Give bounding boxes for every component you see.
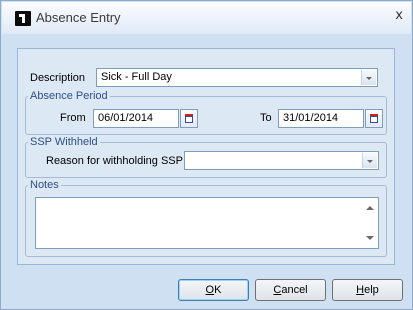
ssp-withheld-legend: SSP Withheld bbox=[30, 136, 98, 148]
chevron-down-icon[interactable] bbox=[361, 70, 376, 85]
from-label: From bbox=[60, 112, 86, 124]
ssp-reason-dropdown[interactable] bbox=[184, 151, 379, 170]
help-mnemonic: H bbox=[356, 284, 365, 296]
ok-mnemonic: O bbox=[205, 284, 215, 296]
scroll-down-icon[interactable] bbox=[366, 236, 374, 240]
notes-textarea[interactable] bbox=[35, 197, 379, 249]
ok-button[interactable]: OK bbox=[178, 279, 249, 301]
notes-scrollbar[interactable] bbox=[362, 198, 378, 248]
description-label: Description bbox=[30, 72, 86, 84]
help-button[interactable]: Help bbox=[332, 279, 403, 301]
cancel-button[interactable]: Cancel bbox=[255, 279, 326, 301]
window-title: Absence Entry bbox=[36, 10, 121, 25]
notes-legend: Notes bbox=[30, 179, 59, 191]
ssp-reason-label: Reason for withholding SSP bbox=[46, 155, 183, 167]
title-bar[interactable]: Absence Entry x bbox=[2, 2, 411, 34]
scroll-up-icon[interactable] bbox=[366, 206, 374, 210]
description-value: Sick - Full Day bbox=[101, 71, 172, 83]
from-calendar-button[interactable] bbox=[180, 109, 198, 128]
form-panel: Description Sick - Full Day Absence Peri… bbox=[17, 48, 395, 265]
calendar-icon bbox=[370, 114, 378, 123]
close-icon[interactable]: x bbox=[395, 8, 403, 23]
to-calendar-button[interactable] bbox=[365, 109, 383, 128]
absence-entry-dialog: Absence Entry x Description Sick - Full … bbox=[0, 0, 413, 310]
cancel-label-rest: ancel bbox=[281, 284, 308, 296]
from-date-input[interactable]: 06/01/2014 bbox=[93, 109, 179, 128]
absence-period-legend: Absence Period bbox=[30, 90, 108, 102]
to-label: To bbox=[260, 112, 272, 124]
calendar-icon bbox=[185, 114, 193, 123]
help-label-rest: elp bbox=[364, 284, 379, 296]
to-date-input[interactable]: 31/01/2014 bbox=[278, 109, 364, 128]
application-icon bbox=[15, 11, 31, 26]
ok-label-rest: K bbox=[214, 284, 222, 296]
chevron-down-icon[interactable] bbox=[362, 153, 377, 168]
description-dropdown[interactable]: Sick - Full Day bbox=[96, 68, 378, 87]
